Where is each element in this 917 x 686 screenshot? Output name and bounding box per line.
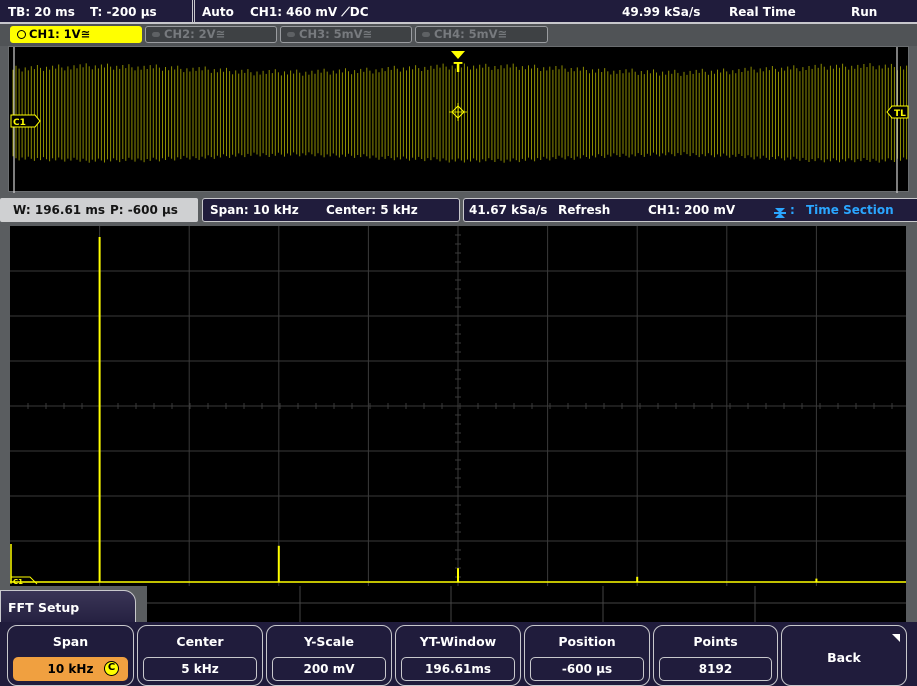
run-state[interactable]: Run	[851, 0, 877, 22]
trigger-level-marker[interactable]: TL	[886, 105, 909, 119]
cursor-source-icon	[774, 204, 786, 218]
trigger-position-icon[interactable]	[451, 51, 465, 59]
rotary-knob-icon: C	[104, 661, 119, 676]
submenu-corner-icon	[892, 634, 900, 642]
span-value-field[interactable]: 10 kHz C	[13, 657, 128, 681]
window-width: W: 196.61 ms	[13, 203, 105, 217]
softkey-label: YT-Window	[419, 634, 497, 649]
channel-tab-ch2[interactable]: CH2: 2V≅	[145, 26, 277, 43]
softkey-yt-window[interactable]: YT-Window 196.61ms	[395, 625, 521, 686]
trigger-time[interactable]: T: -200 µs	[90, 0, 157, 22]
span-center-info[interactable]: Span: 10 kHz Center: 5 kHz	[202, 198, 460, 222]
menu-title: FFT Setup	[8, 600, 80, 615]
softkey-value: 10 kHz	[47, 662, 94, 676]
fft-info-bar: W: 196.61 ms P: -600 µs Span: 10 kHz Cen…	[0, 198, 917, 222]
fft-mode[interactable]: Refresh	[558, 199, 610, 221]
yt-waveform-window[interactable]: T C1 TL	[8, 46, 909, 193]
fft-spectrum-plot: C1	[10, 226, 906, 586]
softkey-label: Span	[52, 634, 89, 649]
softkey-center[interactable]: Center 5 kHz	[137, 625, 263, 686]
points-value-field[interactable]: 8192	[659, 657, 772, 681]
cursor-source[interactable]: Time Section	[806, 199, 894, 221]
ch1-waveform-trace	[12, 63, 908, 163]
channel-tab-ch4[interactable]: CH4: 5mV≅	[415, 26, 548, 43]
softkey-position[interactable]: Position -600 µs	[524, 625, 650, 686]
yt-window-value-field[interactable]: 196.61ms	[401, 657, 515, 681]
softkey-bar: Span 10 kHz C Center 5 kHz Y-Scale 200 m…	[0, 622, 917, 686]
channel-label: CH1: 1V≅	[29, 27, 91, 41]
softkey-back[interactable]: Back	[781, 625, 907, 686]
ch1-scale[interactable]: CH1: 200 mV	[648, 199, 735, 221]
divider	[192, 0, 195, 22]
channel-label: CH2: 2V≅	[164, 27, 226, 41]
fft-sample-rate: 41.67 kSa/s	[469, 203, 548, 217]
softkey-span[interactable]: Span 10 kHz C	[7, 625, 134, 686]
softkey-y-scale[interactable]: Y-Scale 200 mV	[266, 625, 392, 686]
status-bar: TB: 20 ms T: -200 µs Auto CH1: 460 mV ⟋D…	[0, 0, 917, 24]
timebase[interactable]: TB: 20 ms	[8, 0, 75, 22]
channel-tabs: CH1: 1V≅ CH2: 2V≅ CH3: 5mV≅ CH4: 5mV≅	[0, 24, 917, 46]
softkey-label: Y-Scale	[303, 634, 354, 649]
softkey-label: Center	[176, 634, 224, 649]
acquisition-mode[interactable]: Real Time	[729, 0, 796, 22]
channel-label: CH4: 5mV≅	[434, 27, 508, 41]
fft-settings-info: 41.67 kSa/s Refresh CH1: 200 mV : Time S…	[463, 198, 917, 222]
span-value: Span: 10 kHz	[210, 203, 299, 217]
fft-spectrum-window[interactable]: C1	[10, 226, 906, 586]
position-value-field[interactable]: -600 µs	[530, 657, 644, 681]
trigger-level-label: TL	[894, 109, 906, 119]
fft-ch1-marker-label: C1	[13, 578, 23, 586]
channel-indicator-icon	[17, 30, 26, 39]
channel-indicator-icon	[152, 32, 160, 37]
trigger-mode[interactable]: Auto	[202, 0, 234, 22]
softkey-label: Back	[827, 650, 861, 665]
channel-indicator-icon	[422, 32, 430, 37]
softkey-label: Position	[558, 634, 616, 649]
channel-tab-ch1[interactable]: CH1: 1V≅	[10, 26, 142, 43]
fft-grid	[10, 226, 906, 586]
channel-indicator-icon	[287, 32, 295, 37]
ch1-marker-label: C1	[13, 118, 26, 128]
overview-strip	[147, 586, 906, 622]
channel-tab-ch3[interactable]: CH3: 5mV≅	[280, 26, 412, 43]
ch1-ground-marker[interactable]: C1	[10, 114, 41, 128]
overview-grid	[147, 586, 906, 622]
channel-label: CH3: 5mV≅	[299, 27, 373, 41]
softkey-points[interactable]: Points 8192	[653, 625, 778, 686]
y-scale-value-field[interactable]: 200 mV	[272, 657, 386, 681]
center-value: Center: 5 kHz	[326, 203, 418, 217]
center-value-field[interactable]: 5 kHz	[143, 657, 257, 681]
yt-waveform-plot: T C1 TL	[10, 47, 909, 193]
window-position: P: -600 µs	[110, 203, 178, 217]
trigger-info[interactable]: CH1: 460 mV ⟋DC	[250, 0, 369, 22]
yt-window-info[interactable]: W: 196.61 ms P: -600 µs	[0, 198, 198, 222]
trigger-label: T	[454, 61, 463, 76]
cursor-source-separator: :	[790, 203, 795, 217]
sample-rate: 49.99 kSa/s	[622, 5, 701, 19]
softkey-label: Points	[693, 634, 738, 649]
